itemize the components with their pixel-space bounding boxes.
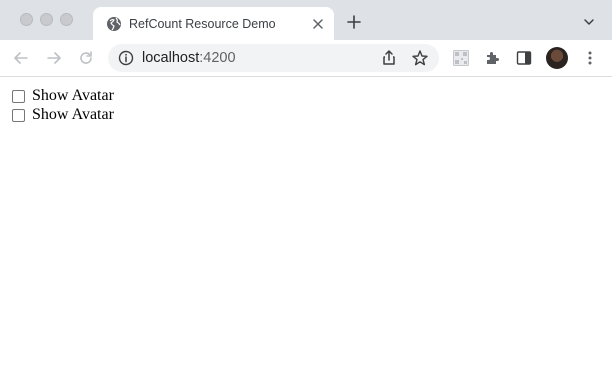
- close-window-button[interactable]: [20, 13, 33, 26]
- show-avatar-option[interactable]: Show Avatar: [12, 87, 114, 105]
- show-avatar-checkbox[interactable]: [12, 108, 25, 122]
- avatar[interactable]: [546, 47, 568, 69]
- page-content: Show Avatar Show Avatar: [0, 78, 612, 370]
- share-icon[interactable]: [380, 49, 398, 67]
- url-text: localhost:4200: [142, 50, 236, 66]
- star-icon[interactable]: [411, 49, 429, 67]
- arrow-left-icon[interactable]: [12, 49, 30, 67]
- show-avatar-checkbox[interactable]: [12, 89, 25, 103]
- url-port: :4200: [199, 50, 236, 66]
- close-tab-icon[interactable]: [310, 16, 326, 32]
- checkbox-label: Show Avatar: [32, 87, 114, 104]
- info-icon[interactable]: [118, 50, 134, 66]
- chevron-down-icon[interactable]: [582, 15, 596, 29]
- reload-icon[interactable]: [77, 49, 95, 67]
- tab-title: RefCount Resource Demo: [129, 17, 276, 31]
- arrow-right-icon[interactable]: [45, 49, 63, 67]
- show-avatar-option[interactable]: Show Avatar: [12, 106, 114, 124]
- zoom-window-button[interactable]: [60, 13, 73, 26]
- browser-toolbar: localhost:4200: [0, 40, 612, 77]
- checkbox-label: Show Avatar: [32, 106, 114, 123]
- tab-strip: RefCount Resource Demo: [0, 0, 612, 40]
- browser-window: RefCount Resource Demo localhost:4200 Sh…: [0, 0, 612, 370]
- kebab-menu-icon[interactable]: [581, 49, 599, 67]
- minimize-window-button[interactable]: [40, 13, 53, 26]
- url-host: localhost: [142, 50, 200, 66]
- address-bar[interactable]: localhost:4200: [108, 44, 439, 72]
- puzzle-icon[interactable]: [484, 49, 502, 67]
- qr-code-icon[interactable]: [452, 49, 470, 67]
- side-panel-icon[interactable]: [515, 49, 533, 67]
- globe-icon: [106, 16, 122, 32]
- plus-icon[interactable]: [346, 14, 362, 30]
- active-tab[interactable]: RefCount Resource Demo: [93, 7, 334, 40]
